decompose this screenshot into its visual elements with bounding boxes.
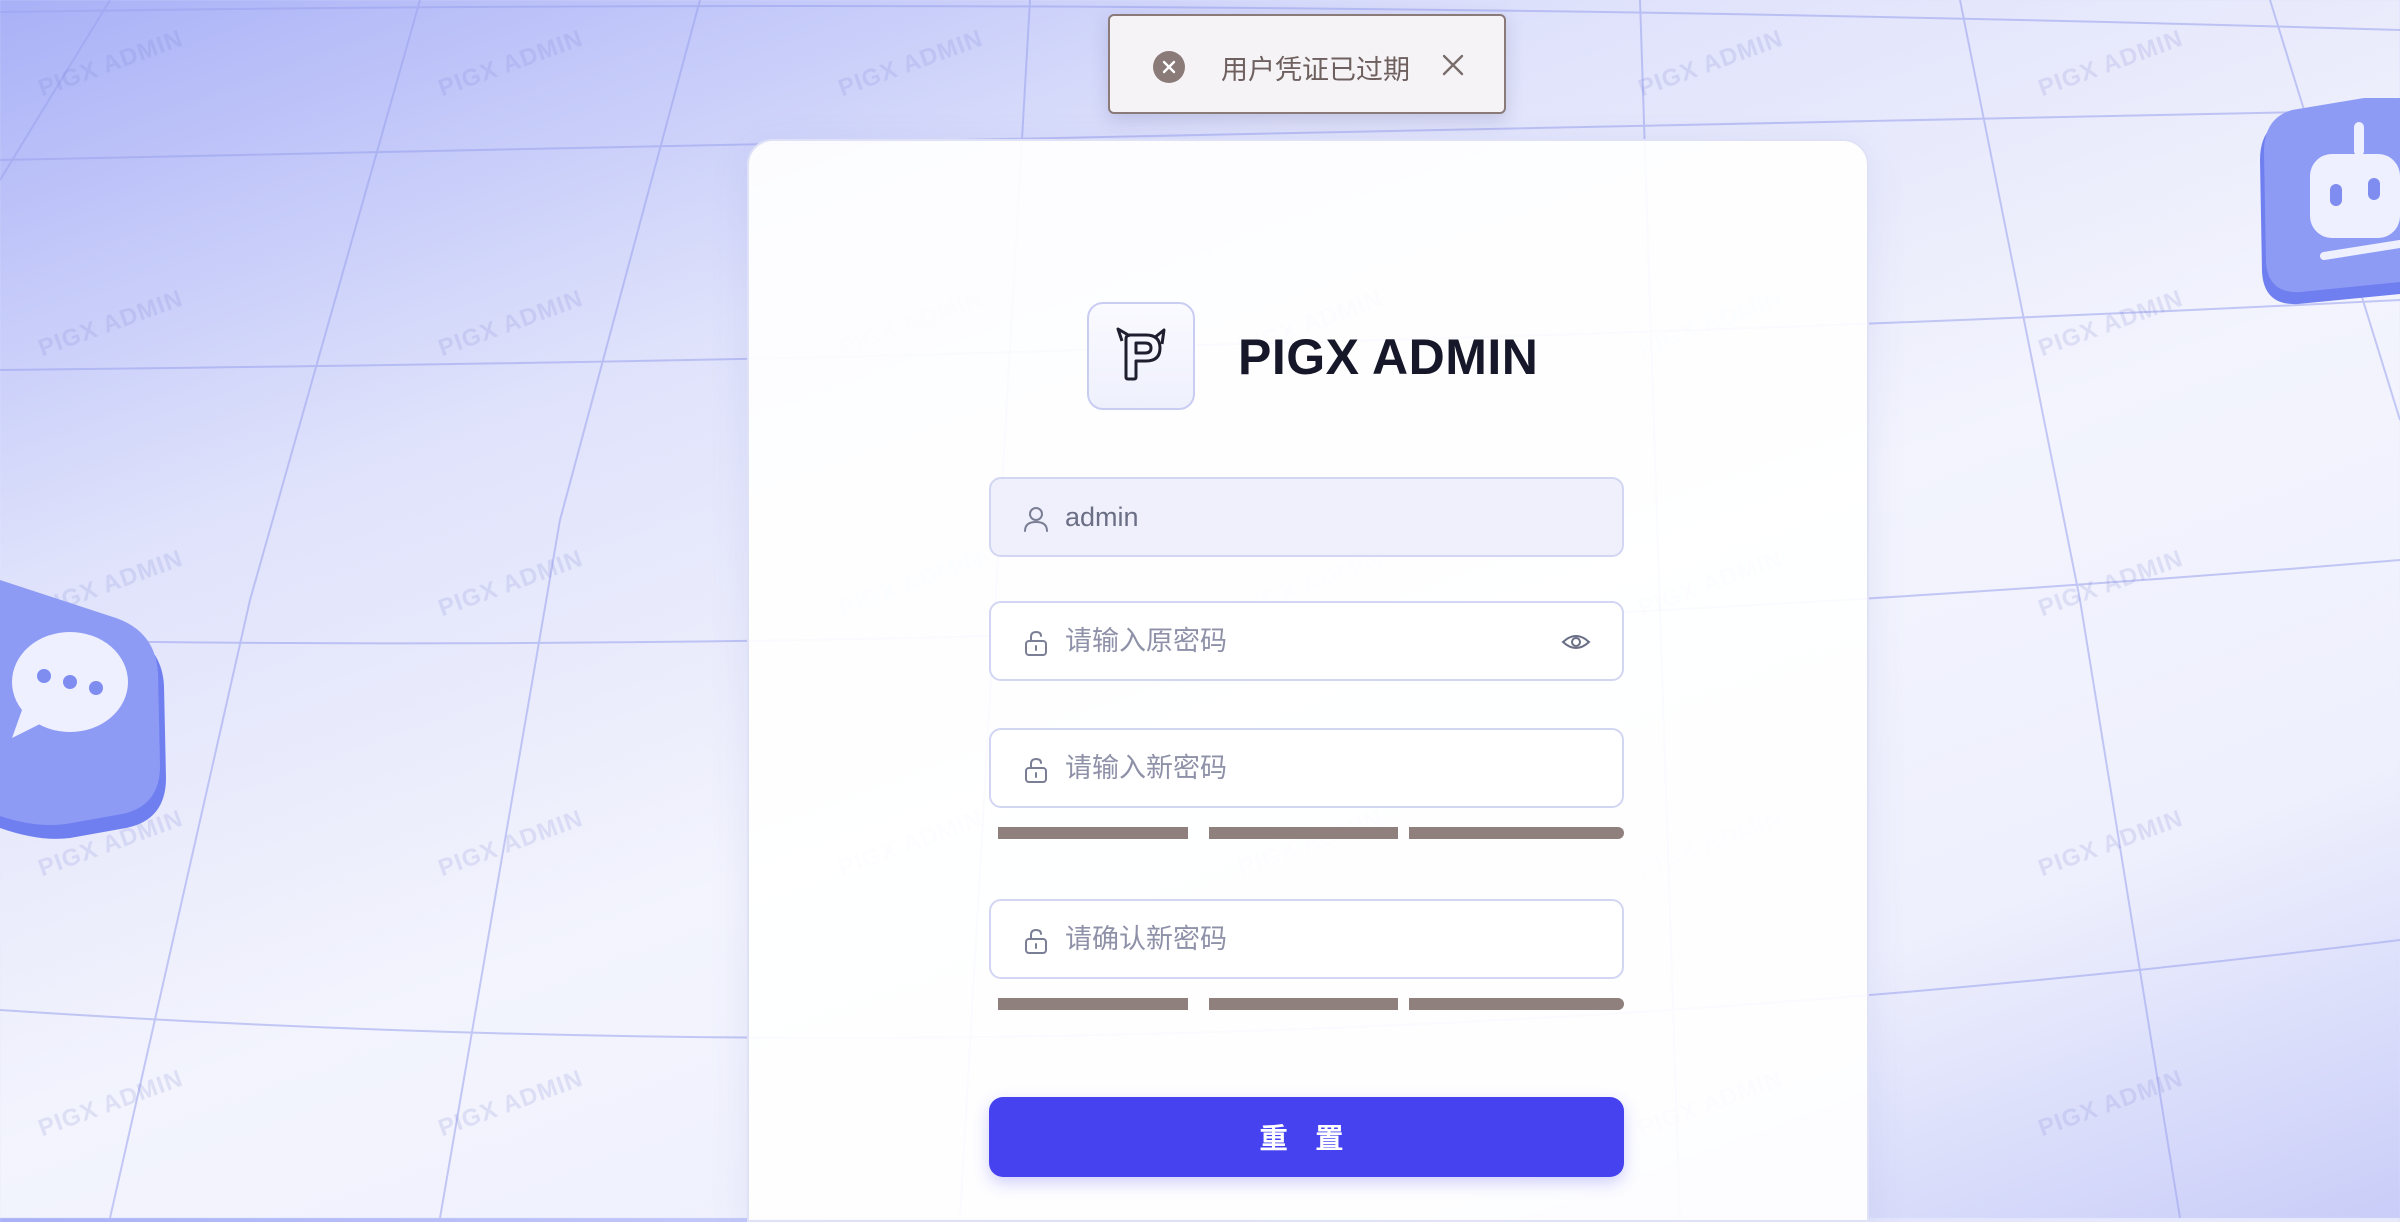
confirm-password-strength-meter: [998, 998, 1624, 1012]
strength-segment: [998, 998, 1188, 1010]
strength-segment: [1409, 998, 1624, 1010]
lock-icon: [1025, 757, 1047, 783]
strength-segment: [1209, 827, 1398, 839]
toast-message: 用户凭证已过期: [1221, 55, 1410, 85]
strength-segment: [998, 827, 1188, 839]
lock-icon: [1025, 928, 1047, 954]
old-password-field[interactable]: [989, 601, 1624, 681]
close-icon[interactable]: [1438, 50, 1468, 80]
reset-button[interactable]: 重 置: [989, 1097, 1624, 1177]
strength-segment: [1409, 827, 1624, 839]
new-password-field[interactable]: [989, 728, 1624, 808]
pig-logo-icon: [1087, 302, 1195, 410]
lock-icon: [1025, 630, 1047, 656]
confirm-password-field[interactable]: [989, 899, 1624, 979]
new-password-strength-meter: [998, 827, 1624, 841]
username-input[interactable]: [1065, 479, 1525, 555]
robot-decoration-icon: [2260, 98, 2400, 305]
user-icon: [1024, 507, 1048, 532]
strength-segment: [1209, 998, 1398, 1010]
old-password-input[interactable]: [1065, 603, 1525, 679]
eye-icon[interactable]: [1561, 627, 1591, 657]
error-toast: 用户凭证已过期: [1108, 14, 1506, 114]
brand-title: PIGX ADMIN: [1238, 329, 1539, 385]
chat-bubble-decoration-icon: [0, 580, 166, 839]
new-password-input[interactable]: [1065, 730, 1525, 806]
confirm-password-input[interactable]: [1065, 901, 1525, 977]
error-circle-icon: [1153, 51, 1185, 83]
username-field[interactable]: [989, 477, 1624, 557]
